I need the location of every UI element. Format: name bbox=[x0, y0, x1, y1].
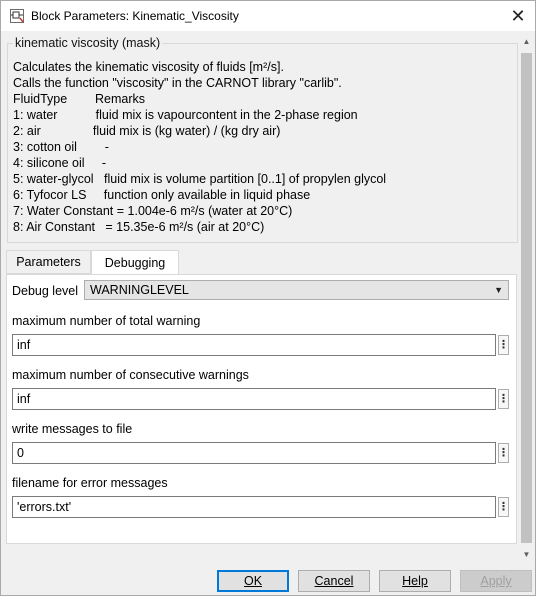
ok-button[interactable]: OK bbox=[217, 570, 289, 592]
more-options-icon[interactable]: ⋮ bbox=[498, 443, 509, 463]
chevron-down-icon: ▼ bbox=[494, 285, 503, 295]
more-options-icon[interactable]: ⋮ bbox=[498, 497, 509, 517]
description-line: FluidType Remarks bbox=[13, 92, 145, 106]
error-filename-input[interactable] bbox=[12, 496, 496, 518]
write-messages-input[interactable] bbox=[12, 442, 496, 464]
title-bar: Block Parameters: Kinematic_Viscosity ✕ bbox=[1, 1, 535, 31]
error-filename-label: filename for error messages bbox=[12, 476, 168, 490]
scrollbar-thumb[interactable] bbox=[521, 53, 532, 543]
description-line: 5: water-glycol fluid mix is volume part… bbox=[13, 172, 387, 186]
window-title: Block Parameters: Kinematic_Viscosity bbox=[31, 9, 239, 23]
debug-level-label: Debug level bbox=[12, 284, 79, 298]
group-legend: kinematic viscosity (mask) bbox=[13, 36, 163, 50]
description-line: 1: water fluid mix is vapourcontent in t… bbox=[13, 108, 358, 122]
scroll-up-icon[interactable]: ▲ bbox=[518, 33, 535, 50]
description-line: 3: cotton oil - bbox=[13, 140, 109, 154]
cancel-button-label: Cancel bbox=[314, 574, 354, 588]
scroll-down-icon[interactable]: ▼ bbox=[518, 546, 535, 563]
description-line: 4: silicone oil - bbox=[13, 156, 107, 170]
max-consecutive-warnings-label: maximum number of consecutive warnings bbox=[12, 368, 249, 382]
block-parameters-dialog: Block Parameters: Kinematic_Viscosity ✕ … bbox=[0, 0, 536, 596]
more-options-icon[interactable]: ⋮ bbox=[498, 389, 509, 409]
tab-debugging[interactable]: Debugging bbox=[91, 250, 179, 275]
vertical-scrollbar[interactable]: ▲ ▼ bbox=[518, 33, 535, 563]
apply-button-label: Apply bbox=[480, 574, 512, 588]
debugging-panel: Debug level WARNINGLEVEL ▼ maximum numbe… bbox=[6, 274, 517, 544]
write-messages-label: write messages to file bbox=[12, 422, 133, 436]
help-button-label: Help bbox=[402, 574, 428, 588]
debug-level-value: WARNINGLEVEL bbox=[90, 283, 189, 297]
cancel-button[interactable]: Cancel bbox=[298, 570, 370, 592]
close-icon[interactable]: ✕ bbox=[501, 1, 535, 31]
description-line: 6: Tyfocor LS function only available in… bbox=[13, 188, 311, 202]
more-options-icon[interactable]: ⋮ bbox=[498, 335, 509, 355]
description-line: Calculates the kinematic viscosity of fl… bbox=[13, 60, 284, 74]
description-line: Calls the function "viscosity" in the CA… bbox=[13, 76, 342, 90]
max-total-warnings-label: maximum number of total warning bbox=[12, 314, 201, 328]
mask-description: Calculates the kinematic viscosity of fl… bbox=[13, 59, 513, 235]
debug-level-select[interactable]: WARNINGLEVEL ▼ bbox=[84, 280, 509, 300]
help-button[interactable]: Help bbox=[379, 570, 451, 592]
ok-button-label: OK bbox=[243, 574, 263, 588]
max-consecutive-warnings-input[interactable] bbox=[12, 388, 496, 410]
apply-button[interactable]: Apply bbox=[460, 570, 532, 592]
max-total-warnings-input[interactable] bbox=[12, 334, 496, 356]
description-line: 2: air fluid mix is (kg water) / (kg dry… bbox=[13, 124, 281, 138]
simulink-block-icon bbox=[10, 9, 24, 23]
description-line: 8: Air Constant = 15.35e-6 m²/s (air at … bbox=[13, 220, 265, 234]
description-line: 7: Water Constant = 1.004e-6 m²/s (water… bbox=[13, 204, 293, 218]
tab-parameters[interactable]: Parameters bbox=[6, 250, 91, 274]
